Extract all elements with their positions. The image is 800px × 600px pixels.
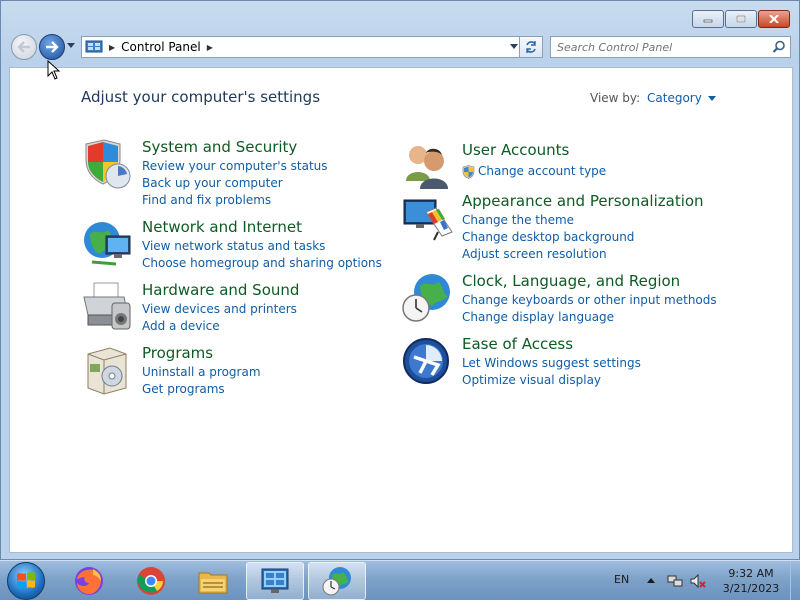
- forward-arrow-icon: [46, 41, 59, 53]
- view-by-dropdown[interactable]: Category: [647, 91, 716, 105]
- control-panel-window: ▶ Control Panel ▶ Adjust your computer's…: [0, 0, 800, 560]
- category-link[interactable]: Review your computer's status: [142, 158, 328, 175]
- address-bar[interactable]: ▶ Control Panel ▶: [81, 36, 525, 58]
- search-box[interactable]: [550, 36, 791, 58]
- taskbar: EN 9:32 AM 3/21/2023: [0, 560, 800, 600]
- refresh-icon: [526, 41, 536, 53]
- category-link[interactable]: Find and fix problems: [142, 192, 328, 209]
- category-links: Let Windows suggest settings Optimize vi…: [462, 355, 641, 389]
- category-links: Change keyboards or other input methods …: [462, 292, 717, 326]
- category-link-label[interactable]: Change account type: [478, 164, 606, 178]
- language-indicator[interactable]: EN: [614, 573, 629, 586]
- category-links: Change account type: [462, 163, 606, 180]
- appearance-monitor-icon[interactable]: [402, 192, 454, 244]
- breadcrumb-expand-icon[interactable]: ▶: [207, 43, 213, 52]
- category-title[interactable]: Programs: [142, 344, 213, 362]
- category-link[interactable]: Change account type: [462, 163, 606, 180]
- start-button[interactable]: [7, 562, 45, 600]
- breadcrumb-separator-icon[interactable]: ▶: [109, 43, 115, 52]
- category-link[interactable]: Uninstall a program: [142, 364, 261, 381]
- category-link[interactable]: Get programs: [142, 381, 261, 398]
- category-title[interactable]: Ease of Access: [462, 335, 573, 353]
- taskbar-chrome[interactable]: [122, 562, 180, 600]
- chrome-icon: [137, 567, 165, 595]
- printer-icon[interactable]: [82, 281, 134, 333]
- network-globe-icon[interactable]: [82, 218, 134, 270]
- category-link[interactable]: Change the theme: [462, 212, 634, 229]
- firefox-icon: [75, 567, 103, 595]
- back-button[interactable]: [11, 34, 37, 60]
- close-button[interactable]: [758, 10, 790, 28]
- category-links: Change the theme Change desktop backgrou…: [462, 212, 634, 263]
- category-link[interactable]: View devices and printers: [142, 301, 297, 318]
- navigation-bar: ▶ Control Panel ▶: [9, 34, 791, 60]
- address-dropdown-icon[interactable]: [510, 44, 518, 49]
- restore-icon: [736, 15, 746, 23]
- breadcrumb-control-panel[interactable]: Control Panel: [121, 40, 201, 54]
- category-link[interactable]: Choose homegroup and sharing options: [142, 255, 382, 272]
- file-explorer-icon: [198, 572, 228, 594]
- security-shield-icon[interactable]: [82, 138, 134, 190]
- refresh-button[interactable]: [519, 36, 543, 58]
- control-panel-icon: [261, 568, 289, 593]
- view-by-label: View by:: [590, 91, 641, 105]
- category-links: View network status and tasks Choose hom…: [142, 238, 382, 272]
- clock-time: 9:32 AM: [728, 567, 774, 580]
- volume-muted-icon[interactable]: [690, 573, 706, 589]
- search-icon[interactable]: [772, 40, 786, 54]
- control-panel-small-icon: [85, 40, 103, 53]
- recent-pages-dropdown[interactable]: [67, 43, 75, 48]
- search-input[interactable]: [557, 40, 767, 54]
- mouse-cursor-icon: [47, 60, 61, 80]
- user-accounts-icon[interactable]: [402, 141, 454, 193]
- category-link[interactable]: Back up your computer: [142, 175, 328, 192]
- back-arrow-icon: [17, 41, 30, 53]
- category-title[interactable]: System and Security: [142, 138, 297, 156]
- programs-box-icon[interactable]: [82, 344, 134, 396]
- windows-logo-icon: [17, 572, 35, 589]
- category-title[interactable]: Appearance and Personalization: [462, 192, 704, 210]
- taskbar-clock-region[interactable]: [308, 562, 366, 600]
- show-desktop-button[interactable]: [790, 561, 800, 600]
- network-tray-icon[interactable]: [667, 573, 683, 589]
- content-pane: Adjust your computer's settings View by:…: [9, 67, 793, 553]
- minimize-icon: [703, 19, 713, 23]
- system-clock[interactable]: 9:32 AM 3/21/2023: [714, 566, 788, 596]
- clock-region-icon: [322, 567, 351, 596]
- category-title[interactable]: User Accounts: [462, 141, 569, 159]
- taskbar-control-panel[interactable]: [246, 562, 304, 600]
- close-icon: [769, 15, 779, 23]
- category-link[interactable]: Adjust screen resolution: [462, 246, 634, 263]
- category-link[interactable]: Add a device: [142, 318, 297, 335]
- category-links: Review your computer's status Back up yo…: [142, 158, 328, 209]
- show-hidden-icons-icon[interactable]: [647, 578, 655, 583]
- forward-button[interactable]: [39, 34, 65, 60]
- chevron-down-icon[interactable]: [707, 95, 716, 101]
- category-link[interactable]: Change keyboards or other input methods: [462, 292, 717, 309]
- taskbar-firefox[interactable]: [60, 562, 118, 600]
- clock-date: 3/21/2023: [722, 582, 780, 595]
- category-title[interactable]: Clock, Language, and Region: [462, 272, 680, 290]
- uac-shield-icon: [462, 165, 475, 179]
- page-title: Adjust your computer's settings: [81, 88, 321, 106]
- view-by-value[interactable]: Category: [647, 91, 702, 105]
- maximize-button[interactable]: [725, 10, 757, 28]
- category-title[interactable]: Hardware and Sound: [142, 281, 299, 299]
- category-link[interactable]: Optimize visual display: [462, 372, 641, 389]
- category-link[interactable]: Change desktop background: [462, 229, 634, 246]
- category-link[interactable]: Let Windows suggest settings: [462, 355, 641, 372]
- taskbar-explorer[interactable]: [184, 562, 242, 600]
- ease-of-access-icon[interactable]: [402, 335, 454, 387]
- clock-globe-icon[interactable]: [402, 272, 454, 324]
- caption-buttons: [692, 10, 790, 28]
- category-links: View devices and printers Add a device: [142, 301, 297, 335]
- category-link[interactable]: View network status and tasks: [142, 238, 382, 255]
- minimize-button[interactable]: [692, 10, 724, 28]
- category-title[interactable]: Network and Internet: [142, 218, 302, 236]
- category-link[interactable]: Change display language: [462, 309, 717, 326]
- category-links: Uninstall a program Get programs: [142, 364, 261, 398]
